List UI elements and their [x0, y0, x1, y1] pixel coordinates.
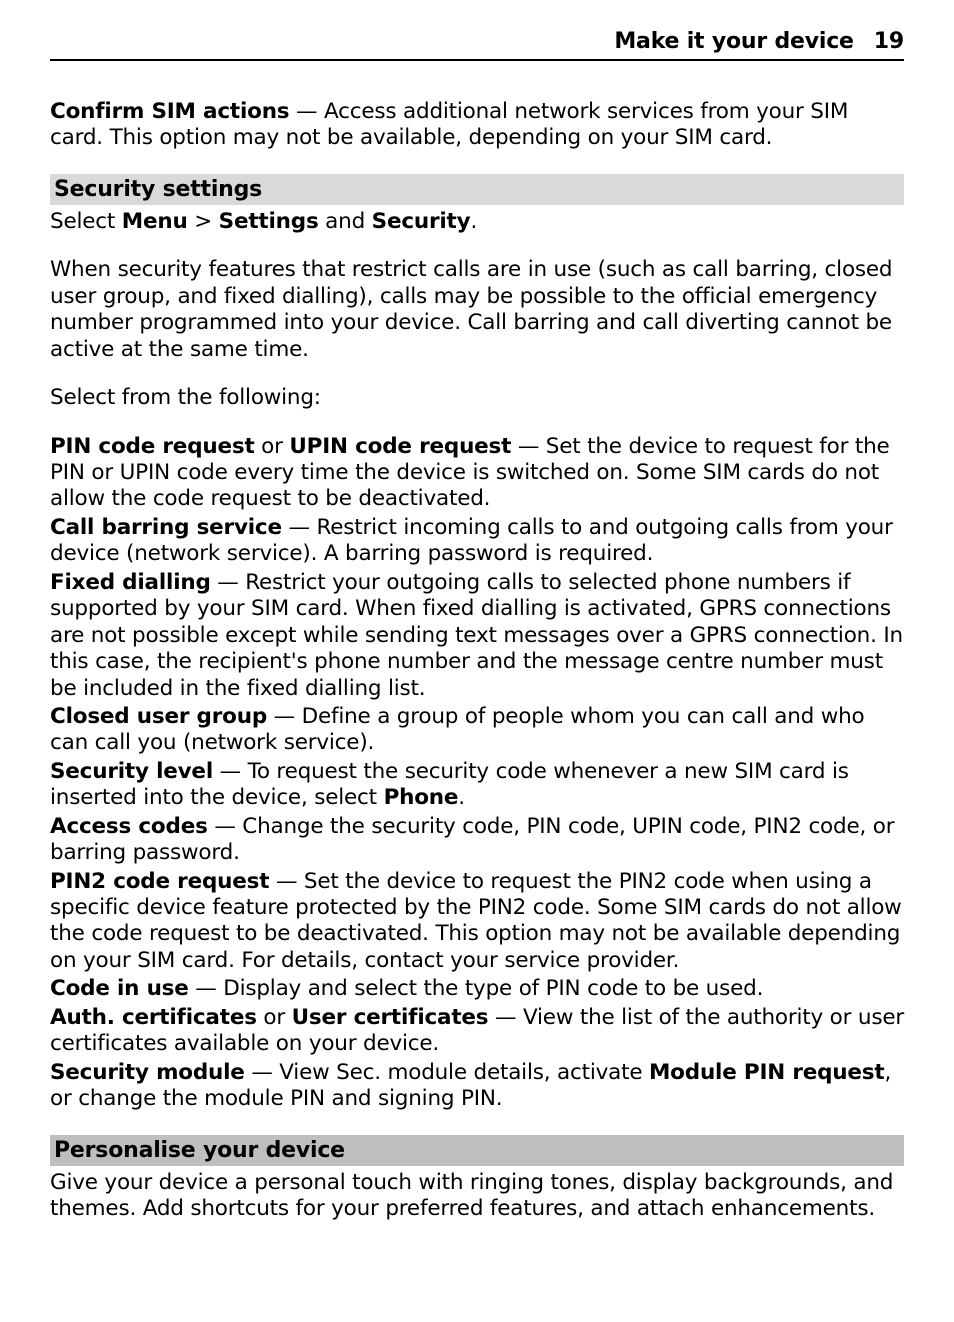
item-certificates: Auth. certificates or User certificates …: [50, 1005, 904, 1058]
term-seclevel: Security level: [50, 759, 213, 784]
security-nav-path: Select Menu > Settings and Security.: [50, 209, 904, 235]
desc-codeuse: — Display and select the type of PIN cod…: [189, 976, 764, 1001]
term-callbar: Call barring service: [50, 515, 282, 540]
term-secmod: Security module: [50, 1060, 245, 1085]
nav-menu: Menu: [122, 209, 188, 234]
nav-gt: >: [188, 209, 219, 234]
heading-personalise: Personalise your device: [50, 1135, 904, 1166]
item-closed-user-group: Closed user group — Define a group of pe…: [50, 704, 904, 757]
item-pin-code-request: PIN code request or UPIN code request — …: [50, 434, 904, 513]
nav-prefix: Select: [50, 209, 122, 234]
item-security-module: Security module — View Sec. module detai…: [50, 1060, 904, 1113]
desc-seclevel-2: .: [458, 785, 465, 810]
secmod-mpr: Module PIN request: [649, 1060, 884, 1085]
auth-or: or: [257, 1005, 292, 1030]
term-auth-cert: Auth. certificates: [50, 1005, 257, 1030]
term-pin: PIN code request: [50, 434, 255, 459]
confirm-sim-actions-item: Confirm SIM actions — Access additional …: [50, 99, 904, 152]
nav-settings: Settings: [219, 209, 319, 234]
security-warning-text: When security features that restrict cal…: [50, 257, 904, 363]
heading-security-settings: Security settings: [50, 174, 904, 205]
item-pin2-code-request: PIN2 code request — Set the device to re…: [50, 869, 904, 975]
seclevel-phone: Phone: [384, 785, 459, 810]
nav-security: Security: [372, 209, 471, 234]
item-fixed-dialling: Fixed dialling — Restrict your outgoing …: [50, 570, 904, 702]
term-cug: Closed user group: [50, 704, 267, 729]
nav-and: and: [319, 209, 372, 234]
header-page-number: 19: [874, 28, 904, 55]
term-upin: UPIN code request: [289, 434, 511, 459]
header-title: Make it your device: [614, 28, 853, 55]
nav-suffix: .: [470, 209, 477, 234]
page-header: Make it your device 19: [50, 28, 904, 61]
item-call-barring: Call barring service — Restrict incoming…: [50, 515, 904, 568]
item-code-in-use: Code in use — Display and select the typ…: [50, 976, 904, 1002]
personalise-body: Give your device a personal touch with r…: [50, 1170, 904, 1223]
select-from-following: Select from the following:: [50, 385, 904, 411]
desc-secmod-1: — View Sec. module details, activate: [245, 1060, 649, 1085]
item-access-codes: Access codes — Change the security code,…: [50, 814, 904, 867]
term-pin2: PIN2 code request: [50, 869, 269, 894]
term-access: Access codes: [50, 814, 208, 839]
term-fixed: Fixed dialling: [50, 570, 211, 595]
item-security-level: Security level — To request the security…: [50, 759, 904, 812]
pin-or: or: [255, 434, 290, 459]
term-user-cert: User certificates: [292, 1005, 489, 1030]
term-confirm-sim: Confirm SIM actions: [50, 99, 289, 124]
term-codeuse: Code in use: [50, 976, 189, 1001]
